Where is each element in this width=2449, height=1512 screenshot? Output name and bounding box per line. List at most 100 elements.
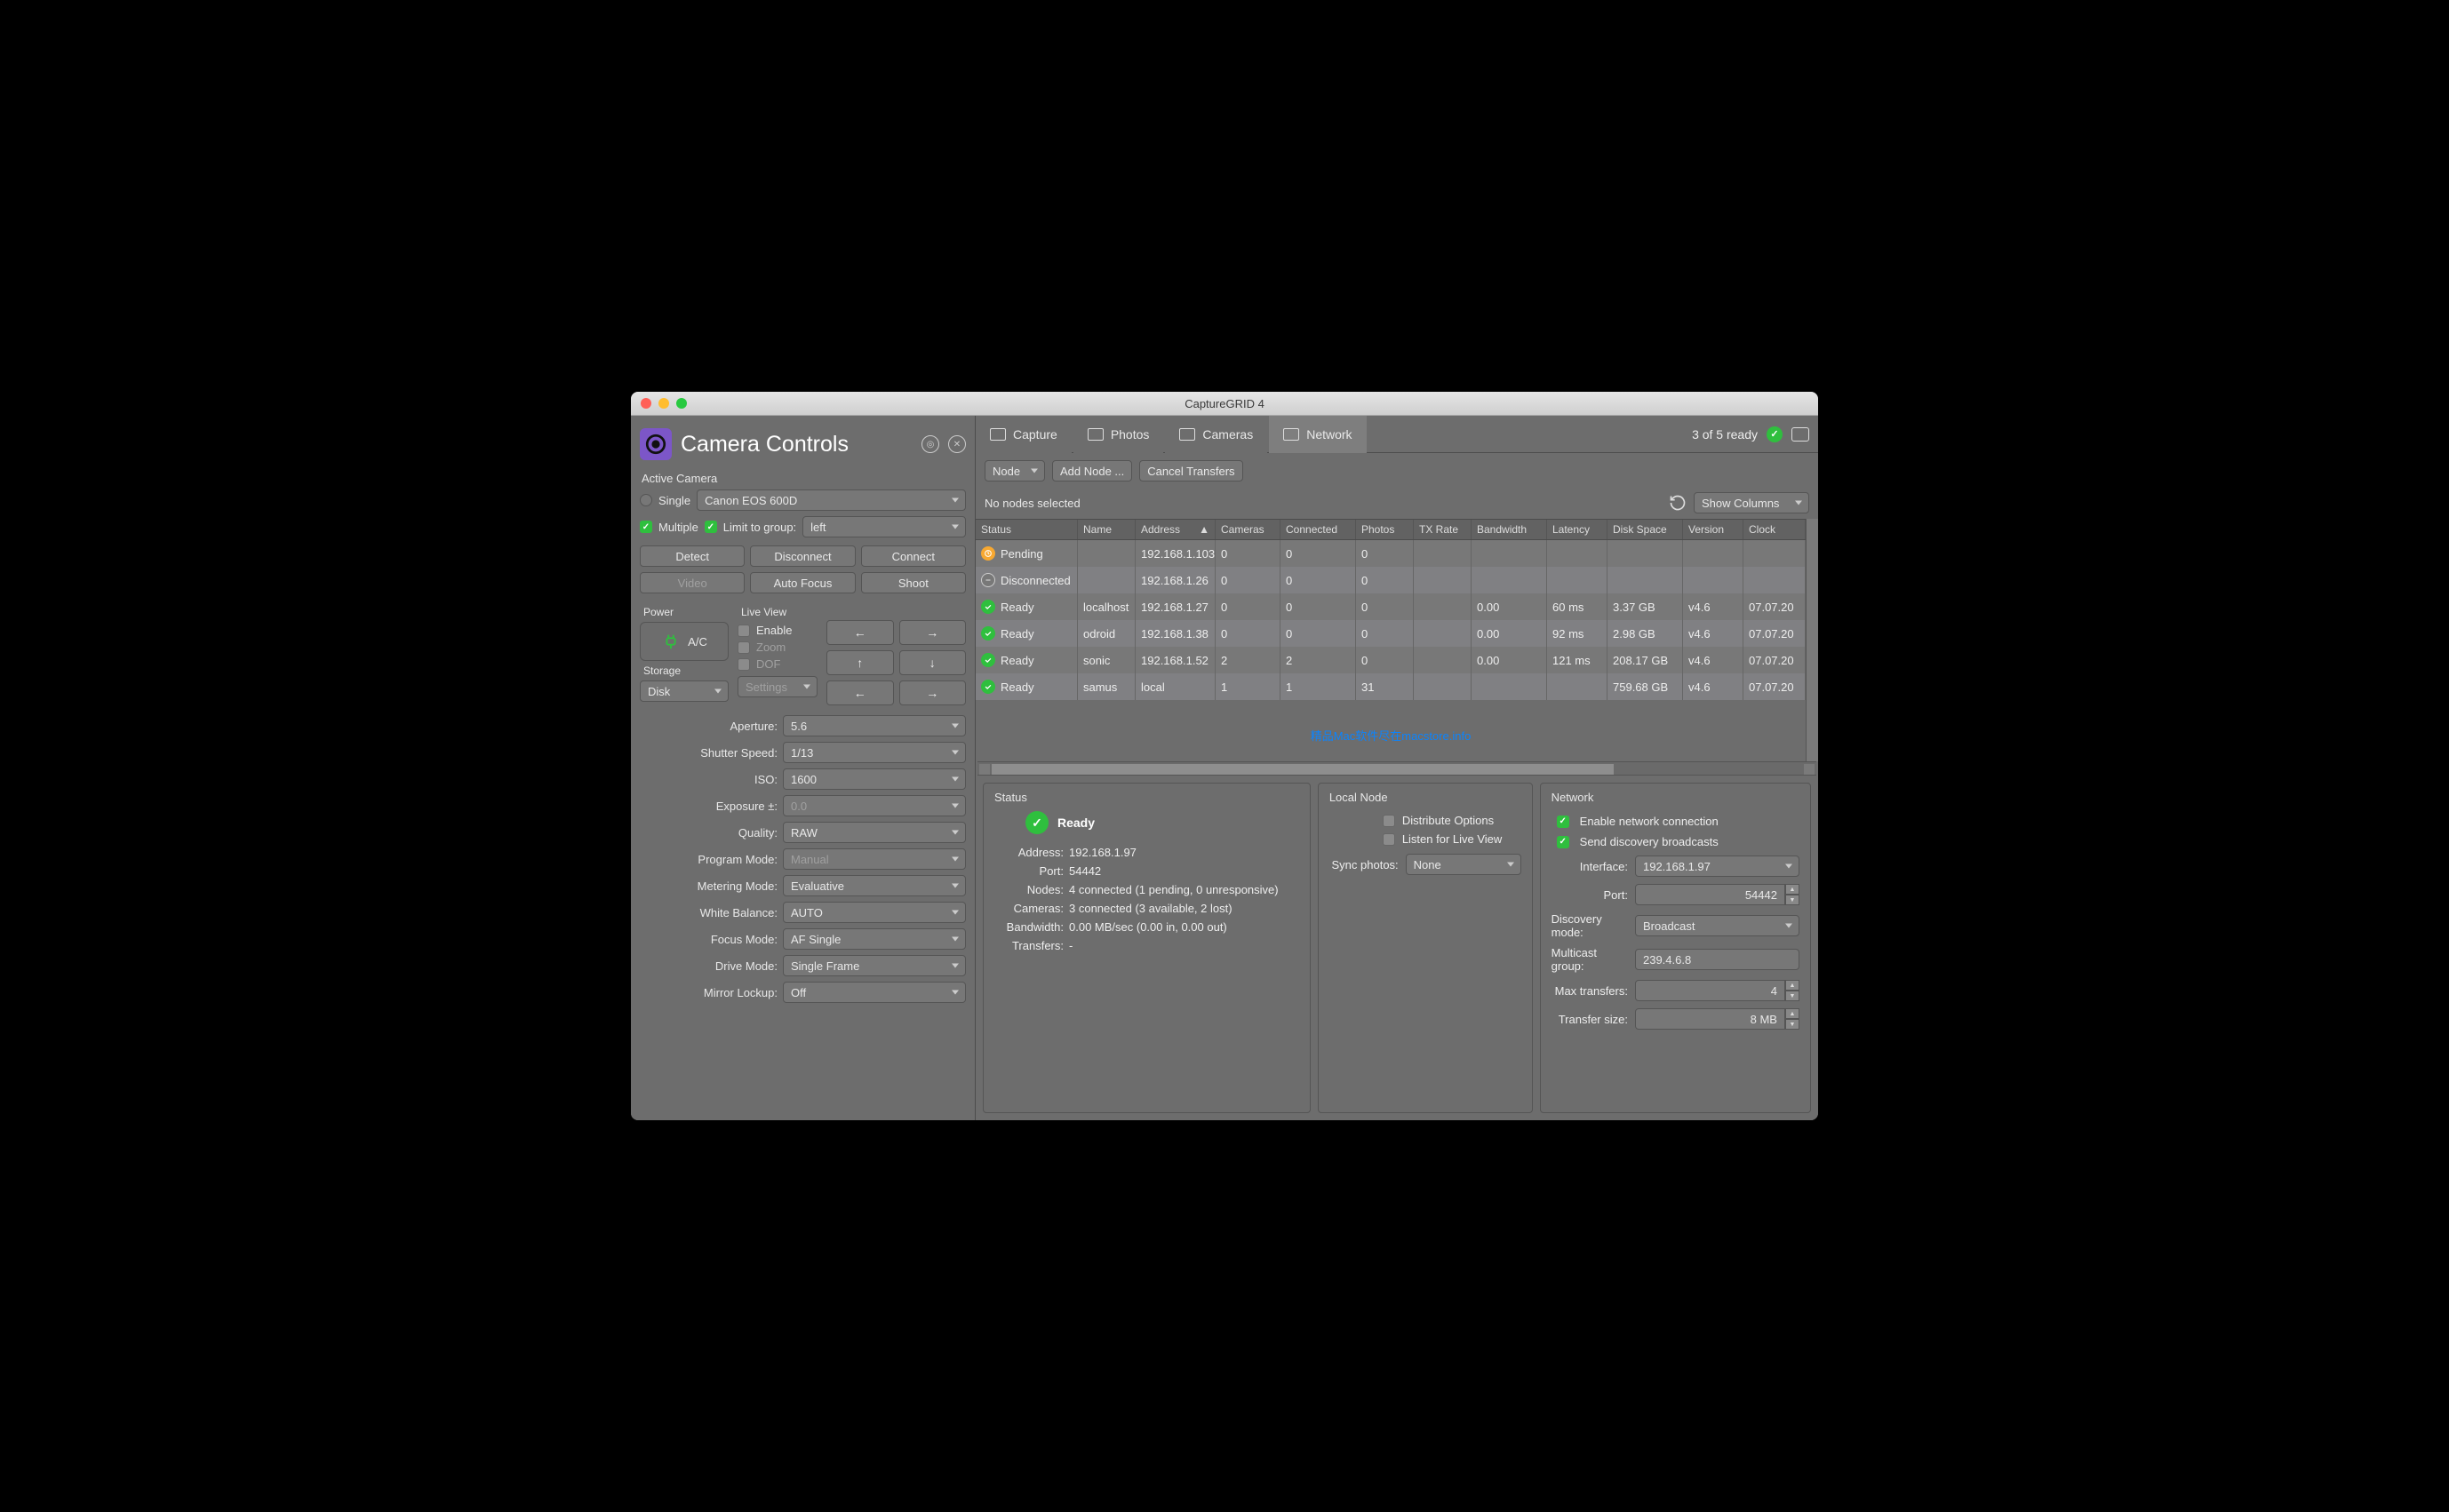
mirror-lockup-select[interactable]: Off — [783, 982, 966, 1003]
plug-icon — [661, 632, 681, 651]
video-button[interactable]: Video — [640, 572, 745, 593]
main-area: Capture Photos Cameras Network 3 of 5 re… — [975, 416, 1818, 1120]
arrow-left-button[interactable]: ← — [826, 620, 894, 645]
exposure-select[interactable]: 0.0 — [783, 795, 966, 816]
aperture-select[interactable]: 5.6 — [783, 715, 966, 736]
col-txrate[interactable]: TX Rate — [1414, 520, 1472, 539]
multicast-group-input[interactable]: 239.4.6.8 — [1635, 949, 1799, 970]
size-up[interactable]: ▲ — [1785, 1008, 1799, 1019]
port-input[interactable]: 54442 — [1635, 884, 1785, 905]
multiple-checkbox[interactable] — [640, 521, 652, 533]
drive-mode-select[interactable]: Single Frame — [783, 955, 966, 976]
white-balance-select[interactable]: AUTO — [783, 902, 966, 923]
nodes-table-header: Status Name Address▲ Cameras Connected P… — [976, 519, 1806, 540]
close-panel-icon[interactable]: ✕ — [948, 435, 966, 453]
col-connected[interactable]: Connected — [1280, 520, 1356, 539]
status-panel: Status ✓Ready Address:192.168.1.97 Port:… — [983, 783, 1311, 1113]
target-icon[interactable]: ◎ — [921, 435, 939, 453]
discovery-mode-select[interactable]: Broadcast — [1635, 915, 1799, 936]
max-down[interactable]: ▼ — [1785, 991, 1799, 1001]
col-photos[interactable]: Photos — [1356, 520, 1414, 539]
table-row[interactable]: Readyodroid192.168.1.380000.0092 ms2.98 … — [976, 620, 1806, 647]
col-address[interactable]: Address▲ — [1136, 520, 1216, 539]
shoot-button[interactable]: Shoot — [861, 572, 966, 593]
local-node-panel: Local Node Distribute Options Listen for… — [1318, 783, 1533, 1113]
transfer-size-input[interactable]: 8 MB — [1635, 1008, 1785, 1030]
program-mode-select[interactable]: Manual — [783, 848, 966, 870]
col-latency[interactable]: Latency — [1547, 520, 1607, 539]
autofocus-button[interactable]: Auto Focus — [750, 572, 855, 593]
col-status[interactable]: Status — [976, 520, 1078, 539]
connect-button[interactable]: Connect — [861, 545, 966, 567]
vertical-scrollbar[interactable] — [1806, 519, 1818, 761]
col-clock[interactable]: Clock — [1743, 520, 1806, 539]
table-row[interactable]: Readysonic192.168.1.522200.00121 ms208.1… — [976, 647, 1806, 673]
single-radio[interactable] — [640, 494, 652, 506]
show-columns-select[interactable]: Show Columns — [1694, 492, 1809, 513]
disconnect-button[interactable]: Disconnect — [750, 545, 855, 567]
max-transfers-input[interactable]: 4 — [1635, 980, 1785, 1001]
dof-checkbox[interactable] — [738, 658, 750, 671]
table-row[interactable]: Pending192.168.1.103000 — [976, 540, 1806, 567]
camera-outline-icon[interactable] — [1791, 427, 1809, 442]
camera-controls-panel: Camera Controls ◎ ✕ Active Camera Single… — [631, 416, 975, 1120]
app-logo-icon — [640, 428, 672, 460]
zoom-checkbox[interactable] — [738, 641, 750, 654]
arrow-right2-button[interactable]: → — [899, 680, 967, 705]
sync-photos-select[interactable]: None — [1406, 854, 1521, 875]
horizontal-scrollbar[interactable] — [977, 761, 1816, 776]
power-heading: Power — [643, 606, 729, 618]
limit-to-group-select[interactable]: left — [802, 516, 966, 537]
tab-photos[interactable]: Photos — [1073, 416, 1164, 453]
status-ok-icon: ✓ — [1767, 426, 1783, 442]
col-bandwidth[interactable]: Bandwidth — [1472, 520, 1547, 539]
col-cameras[interactable]: Cameras — [1216, 520, 1280, 539]
shutter-select[interactable]: 1/13 — [783, 742, 966, 763]
storage-select[interactable]: Disk — [640, 680, 729, 702]
listen-liveview-checkbox[interactable] — [1383, 833, 1395, 846]
network-panel: Network Enable network connection Send d… — [1540, 783, 1811, 1113]
cancel-transfers-button[interactable]: Cancel Transfers — [1139, 460, 1242, 481]
table-row[interactable]: Readylocalhost192.168.1.270000.0060 ms3.… — [976, 593, 1806, 620]
col-version[interactable]: Version — [1683, 520, 1743, 539]
focus-mode-select[interactable]: AF Single — [783, 928, 966, 950]
quality-select[interactable]: RAW — [783, 822, 966, 843]
check-icon: ✓ — [1025, 811, 1049, 834]
refresh-icon[interactable] — [1669, 494, 1687, 512]
watermark-text: 精品Mac软件尽在macstore.info — [976, 700, 1806, 761]
arrow-right-button[interactable]: → — [899, 620, 967, 645]
ready-status-text: 3 of 5 ready — [1692, 427, 1758, 442]
camera-icon — [1179, 428, 1195, 441]
add-node-button[interactable]: Add Node ... — [1052, 460, 1132, 481]
table-row[interactable]: Disconnected192.168.1.26000 — [976, 567, 1806, 593]
port-down[interactable]: ▼ — [1785, 895, 1799, 905]
window-title: CaptureGRID 4 — [631, 397, 1818, 410]
col-name[interactable]: Name — [1078, 520, 1136, 539]
detect-button[interactable]: Detect — [640, 545, 745, 567]
distribute-options-checkbox[interactable] — [1383, 815, 1395, 827]
tab-network[interactable]: Network — [1269, 416, 1366, 453]
metering-select[interactable]: Evaluative — [783, 875, 966, 896]
tab-capture[interactable]: Capture — [976, 416, 1072, 453]
panel-title: Camera Controls — [681, 432, 913, 458]
enable-liveview-checkbox[interactable] — [738, 625, 750, 637]
col-diskspace[interactable]: Disk Space — [1607, 520, 1683, 539]
node-dropdown[interactable]: Node — [985, 460, 1045, 481]
send-broadcasts-checkbox[interactable] — [1557, 836, 1569, 848]
interface-select[interactable]: 192.168.1.97 — [1635, 855, 1799, 877]
limit-to-group-checkbox[interactable] — [705, 521, 717, 533]
arrow-up-button[interactable]: ↑ — [826, 650, 894, 675]
liveview-settings-select[interactable]: Settings — [738, 676, 818, 697]
port-up[interactable]: ▲ — [1785, 884, 1799, 895]
limit-label: Limit to group: — [723, 521, 796, 534]
tab-cameras[interactable]: Cameras — [1165, 416, 1267, 453]
max-up[interactable]: ▲ — [1785, 980, 1799, 991]
nodes-table-body: Pending192.168.1.103000Disconnected192.1… — [976, 540, 1806, 700]
enable-network-checkbox[interactable] — [1557, 816, 1569, 828]
arrow-left2-button[interactable]: ← — [826, 680, 894, 705]
table-row[interactable]: Readysamuslocal1131759.68 GBv4.607.07.20 — [976, 673, 1806, 700]
single-camera-select[interactable]: Canon EOS 600D — [697, 489, 966, 511]
iso-select[interactable]: 1600 — [783, 768, 966, 790]
size-down[interactable]: ▼ — [1785, 1019, 1799, 1030]
arrow-down-button[interactable]: ↓ — [899, 650, 967, 675]
